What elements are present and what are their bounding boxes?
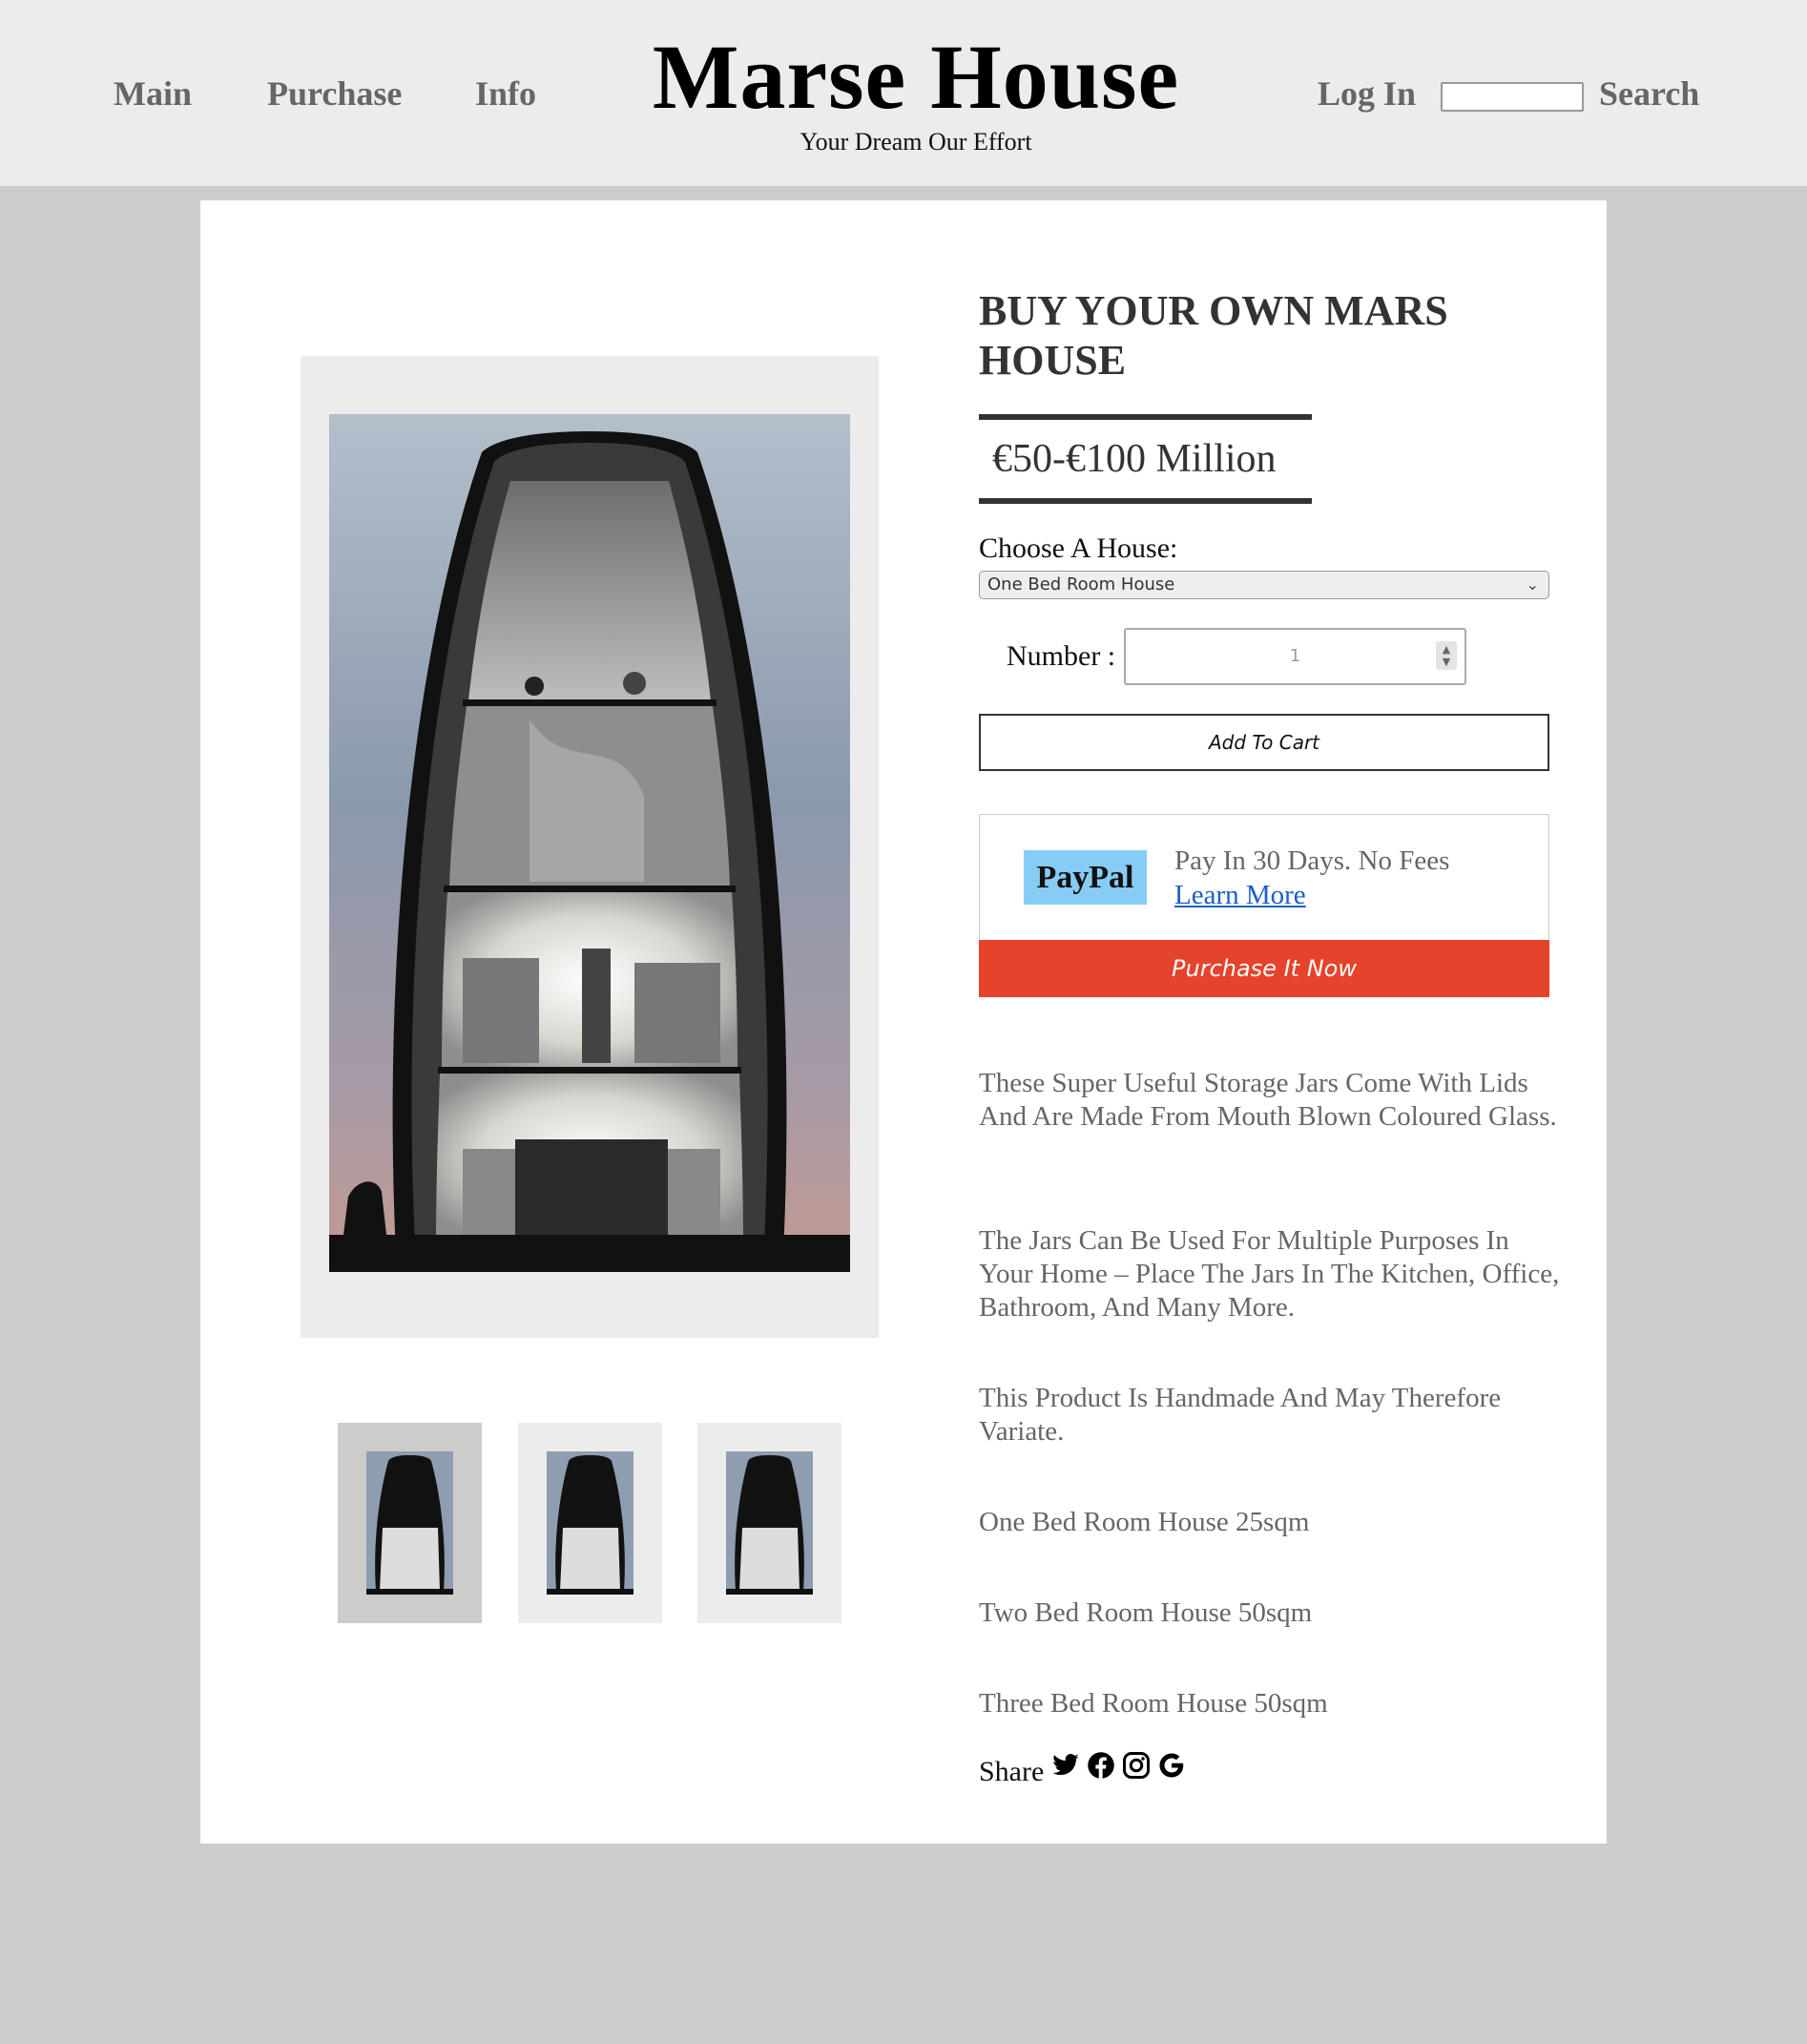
google-icon[interactable] <box>1157 1751 1186 1780</box>
house-size-two-bed: Two Bed Room House 50sqm <box>979 1597 1313 1628</box>
search-input[interactable] <box>1441 82 1584 112</box>
thumbnail-image-1 <box>366 1451 453 1595</box>
quantity-value: 1 <box>1289 646 1301 666</box>
paypal-box: PayPal Pay In 30 Days. No Fees Learn Mor… <box>979 814 1549 941</box>
site-header: Main Purchase Info Marse House Your Drea… <box>0 0 1807 186</box>
thumbnail-1[interactable] <box>338 1423 482 1623</box>
product-title: BUY YOUR OWN MARS HOUSE <box>979 287 1448 384</box>
search-button[interactable]: Search <box>1599 71 1699 116</box>
price: €50-€100 Million <box>979 414 1312 504</box>
product-card: BUY YOUR OWN MARS HOUSE €50-€100 Million… <box>200 200 1607 1844</box>
description-paragraph-2: The Jars Can Be Used For Multiple Purpos… <box>979 1225 1560 1323</box>
site-tagline: Your Dream Our Effort <box>800 128 1032 156</box>
main-image-frame <box>301 356 879 1338</box>
add-to-cart-button[interactable]: Add To Cart <box>979 714 1549 771</box>
login-link[interactable]: Log In <box>1318 71 1416 116</box>
number-label: Number : <box>1007 640 1116 672</box>
thumbnail-image-3 <box>726 1451 813 1595</box>
thumbnail-3[interactable] <box>697 1423 841 1623</box>
description-paragraph-3: This Product Is Handmade And May Therefo… <box>979 1383 1502 1447</box>
quantity-stepper[interactable]: ▲ ▼ <box>1436 641 1457 670</box>
share-label: Share <box>979 1756 1045 1787</box>
facebook-icon[interactable] <box>1087 1751 1115 1780</box>
quantity-input[interactable]: 1 ▲ ▼ <box>1124 628 1466 685</box>
mars-house-cutaway-image <box>329 414 850 1272</box>
twitter-icon[interactable] <box>1051 1751 1080 1780</box>
site-title: Marse House <box>652 26 1180 128</box>
chevron-down-icon: ⌄ <box>1526 575 1539 594</box>
learn-more-link[interactable]: Learn More <box>1174 878 1306 912</box>
paypal-logo: PayPal <box>1024 850 1147 905</box>
house-size-one-bed: One Bed Room House 25sqm <box>979 1507 1310 1537</box>
house-select-value: One Bed Room House <box>987 574 1175 594</box>
description-paragraph-1: These Super Useful Storage Jars Come Wit… <box>979 1068 1557 1132</box>
paypal-terms: Pay In 30 Days. No Fees <box>1174 845 1450 876</box>
choose-house-label: Choose A House: <box>979 532 1178 564</box>
instagram-icon[interactable] <box>1122 1751 1151 1780</box>
thumbnail-image-2 <box>547 1451 633 1595</box>
house-select[interactable]: One Bed Room House ⌄ <box>979 571 1549 599</box>
purchase-now-button[interactable]: Purchase It Now <box>979 940 1549 997</box>
house-size-three-bed: Three Bed Room House 50sqm <box>979 1688 1328 1719</box>
thumbnail-2[interactable] <box>518 1423 662 1623</box>
